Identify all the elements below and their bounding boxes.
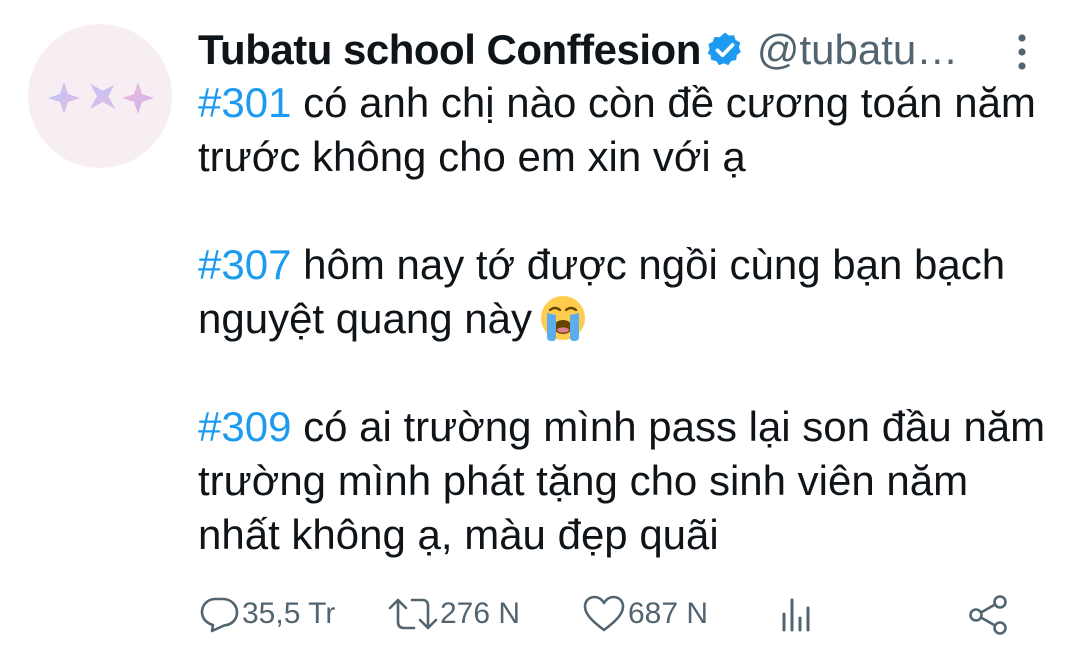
more-options-icon[interactable] <box>1012 32 1032 72</box>
analytics-icon <box>782 598 810 632</box>
confession-entry: #307 hôm nay tớ được ngồi cùng bạn bạch … <box>198 238 1058 346</box>
tweet-text: #301 có anh chị nào còn đề cương toán nă… <box>198 76 1058 562</box>
confession-entry: #309 có ai trường mình pass lại son đầu … <box>198 400 1058 562</box>
heart-icon <box>583 595 625 632</box>
entry-text: có ai trường mình pass lại son đầu năm t… <box>198 403 1046 558</box>
tweet-actions: 35,5 Tr 276 N 687 N <box>198 584 1018 644</box>
avatar-image <box>48 82 154 114</box>
analytics-button[interactable] <box>776 594 816 634</box>
like-button[interactable]: 687 N <box>582 594 708 634</box>
hashtag-link[interactable]: #301 <box>198 79 291 126</box>
retweet-button[interactable]: 276 N <box>388 594 520 634</box>
entry-text: hôm nay tớ được ngồi cùng bạn bạch nguyệ… <box>198 241 1006 342</box>
reply-icon <box>200 597 239 633</box>
author-handle[interactable]: @tubatu… <box>757 26 958 74</box>
tweet: Tubatu school Conffesion @tubatu… #301 c… <box>0 0 1080 651</box>
verified-badge-icon <box>707 32 741 66</box>
reply-button[interactable]: 35,5 Tr <box>198 594 335 634</box>
retweet-icon <box>388 598 438 630</box>
confession-entry: #301 có anh chị nào còn đề cương toán nă… <box>198 76 1058 184</box>
entry-text: có anh chị nào còn đề cương toán năm trư… <box>198 79 1036 180</box>
share-button[interactable] <box>966 594 1012 636</box>
author-display-name[interactable]: Tubatu school Conffesion <box>198 26 701 74</box>
like-count: 687 N <box>628 597 709 630</box>
reply-count: 35,5 Tr <box>242 597 336 630</box>
hashtag-link[interactable]: #309 <box>198 403 291 450</box>
avatar[interactable] <box>28 24 172 168</box>
retweet-count: 276 N <box>440 597 521 630</box>
share-icon <box>969 595 1007 635</box>
loudly-crying-face-icon <box>540 296 585 341</box>
hashtag-link[interactable]: #307 <box>198 241 291 288</box>
tweet-header: Tubatu school Conffesion @tubatu… <box>198 22 1058 78</box>
